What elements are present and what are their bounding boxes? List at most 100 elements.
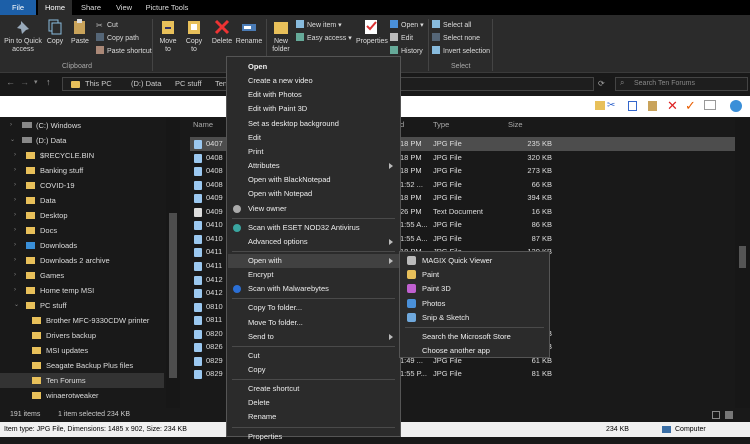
new-folder-button[interactable]: New folder (269, 18, 293, 54)
paste-toolbar-icon[interactable] (648, 101, 657, 111)
context-menu-item[interactable]: Attributes (228, 159, 399, 173)
open-with-item[interactable]: Paint (401, 268, 549, 282)
context-menu-item[interactable]: Copy (228, 363, 399, 377)
expand-chevron-icon[interactable]: › (14, 208, 16, 223)
context-menu-item[interactable]: Send to (228, 330, 399, 344)
expand-chevron-icon[interactable]: › (14, 268, 16, 283)
nav-item[interactable]: › (C:) Windows (0, 118, 164, 133)
context-menu-item[interactable]: Cut (228, 349, 399, 363)
breadcrumb-pc-stuff[interactable]: PC stuff (175, 79, 202, 88)
delete-x-icon[interactable]: ✕ (667, 98, 678, 114)
pin-quick-access-button[interactable]: Pin to Quick access (4, 18, 42, 54)
context-menu-item[interactable]: Edit with Paint 3D (228, 102, 399, 116)
open-with-item[interactable]: Choose another app (401, 344, 549, 358)
scissors-icon[interactable]: ✂ (607, 100, 615, 111)
folder-toolbar-icon[interactable] (595, 101, 605, 110)
expand-chevron-icon[interactable]: › (14, 163, 16, 178)
expand-chevron-icon[interactable]: › (10, 118, 12, 133)
copy-path-button[interactable]: Copy path (96, 33, 139, 44)
forward-arrow-icon[interactable]: → (20, 77, 29, 87)
scroll-thumb[interactable] (739, 246, 746, 268)
nav-item[interactable]: › COVID-19 (0, 178, 164, 193)
up-arrow-icon[interactable]: ↑ (46, 77, 51, 87)
paste-shortcut-button[interactable]: Paste shortcut (96, 46, 152, 57)
delete-button[interactable]: Delete (210, 18, 234, 46)
breadcrumb-this-pc[interactable]: This PC (85, 79, 112, 88)
context-menu-item[interactable]: Delete (228, 396, 399, 410)
nav-item[interactable]: Ten Forums (0, 373, 164, 388)
open-with-item[interactable]: Paint 3D (401, 282, 549, 296)
nav-item[interactable]: winaerotweaker (0, 388, 164, 403)
refresh-icon[interactable]: ⟳ (598, 79, 605, 88)
nav-item[interactable]: › Games (0, 268, 164, 283)
context-menu-item[interactable]: Scan with ESET NOD32 Antivirus (228, 221, 399, 235)
expand-chevron-icon[interactable]: › (14, 223, 16, 238)
context-menu-item[interactable]: Open with (228, 253, 399, 268)
nav-scroll-thumb[interactable] (169, 213, 177, 378)
nav-item[interactable]: MSI updates (0, 343, 164, 358)
context-menu-item[interactable]: Move To folder... (228, 316, 399, 330)
paste-button[interactable]: Paste (68, 18, 92, 46)
context-menu-item[interactable]: Rename (228, 410, 399, 424)
copy-to-button[interactable]: Copy to (182, 18, 206, 54)
nav-item[interactable]: › Desktop (0, 208, 164, 223)
context-menu-item[interactable]: Edit (228, 131, 399, 145)
nav-item[interactable]: Seagate Backup Plus files (0, 358, 164, 373)
recent-chevron-icon[interactable]: ▾ (34, 78, 38, 86)
select-all-button[interactable]: Select all (432, 20, 471, 31)
properties-button[interactable]: Properties (356, 18, 388, 46)
tab-home[interactable]: Home (38, 0, 72, 15)
open-with-item[interactable]: Search the Microsoft Store (401, 330, 549, 344)
new-item-button[interactable]: New item ▾ (296, 20, 342, 31)
expand-chevron-icon[interactable]: › (14, 178, 16, 193)
move-to-button[interactable]: Move to (156, 18, 180, 54)
expand-chevron-icon[interactable]: › (14, 148, 16, 163)
nav-item[interactable]: › $RECYCLE.BIN (0, 148, 164, 163)
context-menu-item[interactable]: Open (228, 60, 399, 74)
nav-item[interactable]: › Docs (0, 223, 164, 238)
context-menu-item[interactable]: Open with Notepad (228, 187, 399, 201)
expand-chevron-icon[interactable]: › (14, 193, 16, 208)
nav-scrollbar[interactable] (166, 118, 180, 408)
rename-button[interactable]: Rename (235, 18, 263, 46)
open-button[interactable]: Open ▾ (390, 20, 424, 31)
nav-item[interactable]: ⌄ (D:) Data (0, 133, 164, 148)
breadcrumb-data[interactable]: (D:) Data (131, 79, 161, 88)
context-menu-item[interactable]: Create a new video (228, 74, 399, 88)
column-size[interactable]: Size (508, 118, 552, 132)
checkmark-icon[interactable]: ✓ (685, 98, 696, 114)
column-name[interactable]: Name (193, 118, 213, 132)
properties-toolbar-icon[interactable] (704, 100, 716, 110)
expand-chevron-icon[interactable]: ⌄ (14, 298, 19, 313)
nav-item[interactable]: Brother MFC-9330CDW printer (0, 313, 164, 328)
large-icons-view-icon[interactable] (725, 411, 733, 419)
nav-item[interactable]: › Home temp MSI (0, 283, 164, 298)
invert-selection-button[interactable]: Invert selection (432, 46, 490, 57)
context-menu-item[interactable]: View owner (228, 202, 399, 216)
nav-item[interactable]: › Data (0, 193, 164, 208)
context-menu-item[interactable]: Set as desktop background (228, 117, 399, 131)
copy-button[interactable]: Copy (44, 18, 66, 46)
context-menu-item[interactable]: Scan with Malwarebytes (228, 282, 399, 296)
select-none-button[interactable]: Select none (432, 33, 480, 44)
nav-item[interactable]: › Banking stuff (0, 163, 164, 178)
context-menu-item[interactable]: Copy To folder... (228, 301, 399, 315)
expand-chevron-icon[interactable]: › (14, 283, 16, 298)
context-menu-item[interactable]: Open with BlackNotepad (228, 173, 399, 187)
search-input[interactable]: Search Ten Forums (615, 77, 748, 91)
open-with-item[interactable]: Snip & Sketch (401, 311, 549, 325)
open-with-item[interactable]: Photos (401, 297, 549, 311)
globe-icon[interactable] (730, 100, 742, 112)
back-arrow-icon[interactable]: ← (6, 77, 15, 87)
nav-item[interactable]: › Downloads (0, 238, 164, 253)
cut-button[interactable]: ✂ Cut (96, 20, 118, 31)
tab-picture-tools[interactable]: Picture Tools (142, 0, 192, 15)
easy-access-button[interactable]: Easy access ▾ (296, 33, 352, 44)
details-view-icon[interactable] (712, 411, 720, 419)
expand-chevron-icon[interactable]: › (14, 238, 16, 253)
expand-chevron-icon[interactable]: › (14, 253, 16, 268)
edit-button[interactable]: Edit (390, 33, 413, 44)
context-menu-item[interactable]: Advanced options (228, 235, 399, 249)
context-menu-item[interactable]: Print (228, 145, 399, 159)
tab-share[interactable]: Share (76, 0, 106, 15)
